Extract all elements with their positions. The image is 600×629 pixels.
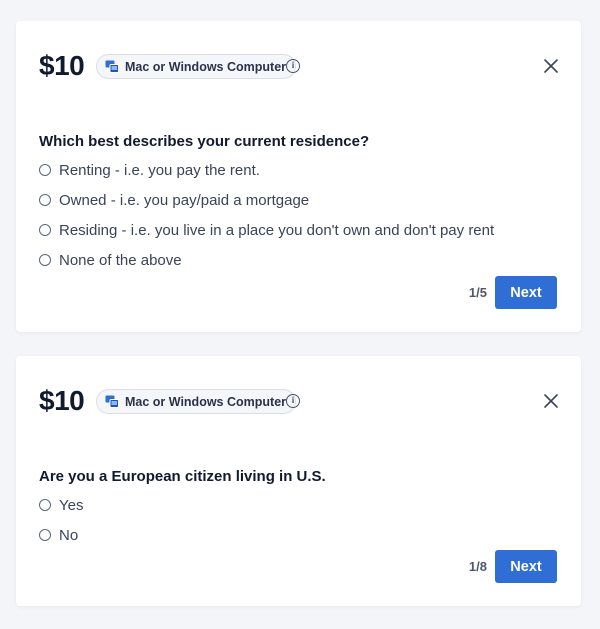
answer-option[interactable]: Owned - i.e. you pay/paid a mortgage (39, 185, 494, 215)
reward-price: $10 (39, 385, 85, 416)
reward-price: $10 (39, 50, 85, 81)
answer-option-label: Yes (59, 496, 84, 514)
answer-options: Renting - i.e. you pay the rent. Owned -… (39, 155, 494, 275)
survey-question: Are you a European citizen living in U.S… (39, 468, 326, 485)
device-requirement-badge: Mac or Windows Computer (96, 389, 297, 414)
devices-icon (105, 395, 119, 408)
question-progress: 1/8 (468, 559, 487, 574)
answer-option-label: No (59, 526, 79, 544)
question-progress: 1/5 (468, 285, 487, 300)
next-button[interactable]: Next (495, 550, 557, 583)
answer-option-label: Owned - i.e. you pay/paid a mortgage (59, 191, 310, 209)
devices-icon (105, 60, 119, 73)
radio-button[interactable] (39, 164, 51, 176)
survey-question: Which best describes your current reside… (39, 133, 370, 150)
survey-card: $10 Mac or Windows Computer i Which best… (16, 21, 581, 332)
answer-option[interactable]: Renting - i.e. you pay the rent. (39, 155, 494, 185)
close-icon[interactable] (543, 58, 559, 74)
answer-option[interactable]: Yes (39, 490, 83, 520)
answer-option-label: None of the above (59, 251, 182, 269)
answer-option[interactable]: Residing - i.e. you live in a place you … (39, 215, 494, 245)
next-button[interactable]: Next (495, 276, 557, 309)
radio-button[interactable] (39, 254, 51, 266)
survey-footer: 1/5 Next (469, 276, 557, 309)
radio-button[interactable] (39, 224, 51, 236)
answer-options: Yes No (39, 490, 83, 550)
close-icon[interactable] (543, 393, 559, 409)
radio-button[interactable] (39, 194, 51, 206)
answer-option-label: Residing - i.e. you live in a place you … (59, 221, 495, 239)
survey-list: $10 Mac or Windows Computer i Which best… (0, 0, 600, 629)
info-icon[interactable]: i (286, 394, 300, 408)
survey-footer: 1/8 Next (469, 550, 557, 583)
device-requirement-badge: Mac or Windows Computer (96, 54, 297, 79)
survey-card: $10 Mac or Windows Computer i Are you a … (16, 356, 581, 606)
answer-option[interactable]: No (39, 520, 83, 550)
info-icon[interactable]: i (286, 59, 300, 73)
radio-button[interactable] (39, 529, 51, 541)
device-requirement-label: Mac or Windows Computer (125, 59, 287, 74)
answer-option-label: Renting - i.e. you pay the rent. (59, 161, 260, 179)
device-requirement-label: Mac or Windows Computer (125, 394, 287, 409)
answer-option[interactable]: None of the above (39, 245, 494, 275)
radio-button[interactable] (39, 499, 51, 511)
